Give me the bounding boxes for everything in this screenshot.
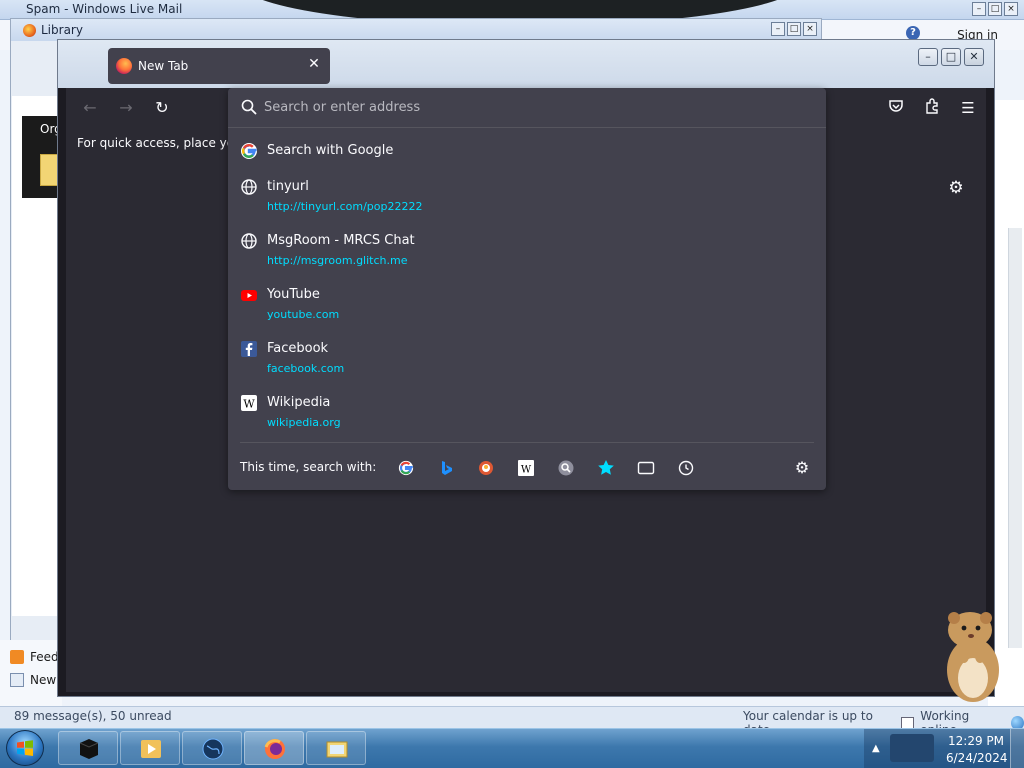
wlm-title: Spam - Windows Live Mail (26, 2, 183, 16)
suggestion-youtube[interactable]: YouTube youtube.com (228, 284, 826, 328)
duckduckgo-icon[interactable] (474, 456, 498, 480)
taskbar-firefox[interactable] (244, 731, 304, 765)
globe-icon (202, 738, 224, 760)
one-off-search-row: This time, search with: W ⚙ (228, 450, 826, 486)
rss-feed-icon (10, 650, 24, 664)
hamburger-menu-icon[interactable]: ☰ (958, 98, 978, 118)
svg-text:W: W (243, 398, 255, 411)
show-desktop-button[interactable] (1010, 729, 1024, 768)
taskbar-explorer[interactable] (306, 731, 366, 765)
hamster-desktop-pet-icon (947, 612, 999, 702)
firefox-logo-icon (116, 58, 132, 74)
wlm-window-controls: – □ × (972, 2, 1018, 16)
wikipedia-icon: W (241, 395, 257, 411)
google-icon[interactable] (394, 456, 418, 480)
globe-icon (241, 179, 257, 195)
wlm-close-button[interactable]: × (1004, 2, 1018, 16)
suggestion-url: http://msgroom.glitch.me (267, 254, 408, 267)
history-icon[interactable] (674, 456, 698, 480)
library-app-icon (23, 24, 36, 37)
suggestion-title: YouTube (267, 287, 320, 302)
library-maximize-button[interactable]: □ (787, 22, 801, 36)
library-close-button[interactable]: × (803, 22, 817, 36)
wlm-message-count: 89 message(s), 50 unread (14, 709, 172, 723)
clock-time[interactable]: 12:29 PM (948, 734, 1004, 748)
suggestion-title: Facebook (267, 341, 329, 356)
pocket-icon[interactable] (886, 98, 906, 118)
tab-title: New Tab (138, 59, 189, 73)
wlm-folder-pane: Feed New (0, 640, 62, 712)
suggestion-url: wikipedia.org (267, 416, 341, 429)
suggestion-title: tinyurl (267, 179, 309, 194)
suggestion-wikipedia[interactable]: W Wikipedia wikipedia.org (228, 392, 826, 436)
close-tab-icon[interactable]: ✕ (306, 56, 322, 72)
suggestion-url: youtube.com (267, 308, 340, 321)
wlm-new-item[interactable]: New (10, 673, 56, 687)
black-cube-icon (79, 739, 99, 759)
facebook-icon (241, 341, 257, 357)
media-player-icon (141, 740, 161, 758)
windows-logo-icon (17, 740, 33, 756)
firefox-logo-icon (264, 739, 285, 759)
urlbar-dropdown: Search with Google tinyurl http://tinyur… (228, 88, 826, 490)
back-arrow-icon[interactable]: ← (80, 98, 100, 118)
urlbar-divider (240, 442, 814, 443)
urlbar-input-row (228, 88, 826, 128)
library-minimize-button[interactable]: – (771, 22, 785, 36)
help-icon[interactable]: ? (906, 26, 920, 40)
suggestion-title: Wikipedia (267, 395, 331, 410)
tray-expand-icon[interactable]: ▲ (872, 743, 880, 754)
wikipedia-icon[interactable]: W (514, 456, 538, 480)
svg-text:W: W (521, 465, 532, 476)
firefox-maximize-button[interactable]: □ (941, 48, 961, 66)
youtube-icon (241, 290, 257, 301)
tray-network-icon[interactable] (890, 734, 934, 762)
toolbar-right-icons: ☰ (886, 98, 978, 118)
wlm-reading-scrollbar[interactable] (1008, 228, 1022, 648)
taskbar-media-player[interactable] (120, 731, 180, 765)
urlbar-input[interactable] (264, 96, 804, 118)
wlm-new-label: New (30, 673, 57, 687)
suggestion-url: http://tinyurl.com/pop22222 (267, 200, 423, 213)
bookmarks-star-icon[interactable] (594, 456, 618, 480)
google-icon (241, 143, 257, 159)
library-title-bar: Library – □ × (11, 19, 821, 41)
extensions-puzzle-icon[interactable] (922, 98, 942, 118)
search-settings-gear-icon[interactable]: ⚙ (790, 456, 814, 480)
wlm-feeds-label: Feed (30, 650, 59, 664)
search-engine-icon[interactable] (554, 456, 578, 480)
suggestion-tinyurl[interactable]: tinyurl http://tinyurl.com/pop22222 (228, 176, 826, 220)
firefox-close-button[interactable]: ✕ (964, 48, 984, 66)
suggestion-search-google[interactable]: Search with Google (228, 136, 826, 166)
wlm-maximize-button[interactable]: □ (988, 2, 1002, 16)
suggestion-facebook[interactable]: Facebook facebook.com (228, 338, 826, 382)
firefox-minimize-button[interactable]: – (918, 48, 938, 66)
globe-icon (241, 233, 257, 249)
new-tab-settings-gear-icon[interactable]: ⚙ (946, 178, 966, 198)
tab-new-tab[interactable]: New Tab ✕ (108, 48, 330, 84)
taskbar-app-1[interactable] (58, 731, 118, 765)
windows-explorer-icon (326, 741, 348, 758)
tabs-icon[interactable] (634, 456, 658, 480)
one-off-label: This time, search with: (240, 460, 377, 474)
suggestion-msgroom[interactable]: MsgRoom - MRCS Chat http://msgroom.glitc… (228, 230, 826, 274)
library-window-controls: – □ × (771, 22, 817, 36)
wlm-minimize-button[interactable]: – (972, 2, 986, 16)
search-icon (241, 99, 257, 115)
reload-icon[interactable]: ↻ (152, 98, 172, 118)
suggestion-title: MsgRoom - MRCS Chat (267, 233, 415, 248)
library-title: Library (41, 23, 83, 37)
forward-arrow-icon[interactable]: → (116, 98, 136, 118)
clock-date[interactable]: 6/24/2024 (946, 751, 1008, 765)
taskbar-globe-app[interactable] (182, 731, 242, 765)
new-item-icon (10, 673, 24, 687)
firefox-tab-strip: New Tab ✕ – □ ✕ (58, 40, 994, 88)
firefox-window-controls: – □ ✕ (918, 48, 984, 66)
wlm-feeds-item[interactable]: Feed (10, 650, 59, 664)
bing-icon[interactable] (434, 456, 458, 480)
suggestion-url: facebook.com (267, 362, 345, 375)
suggestion-title: Search with Google (267, 143, 394, 158)
